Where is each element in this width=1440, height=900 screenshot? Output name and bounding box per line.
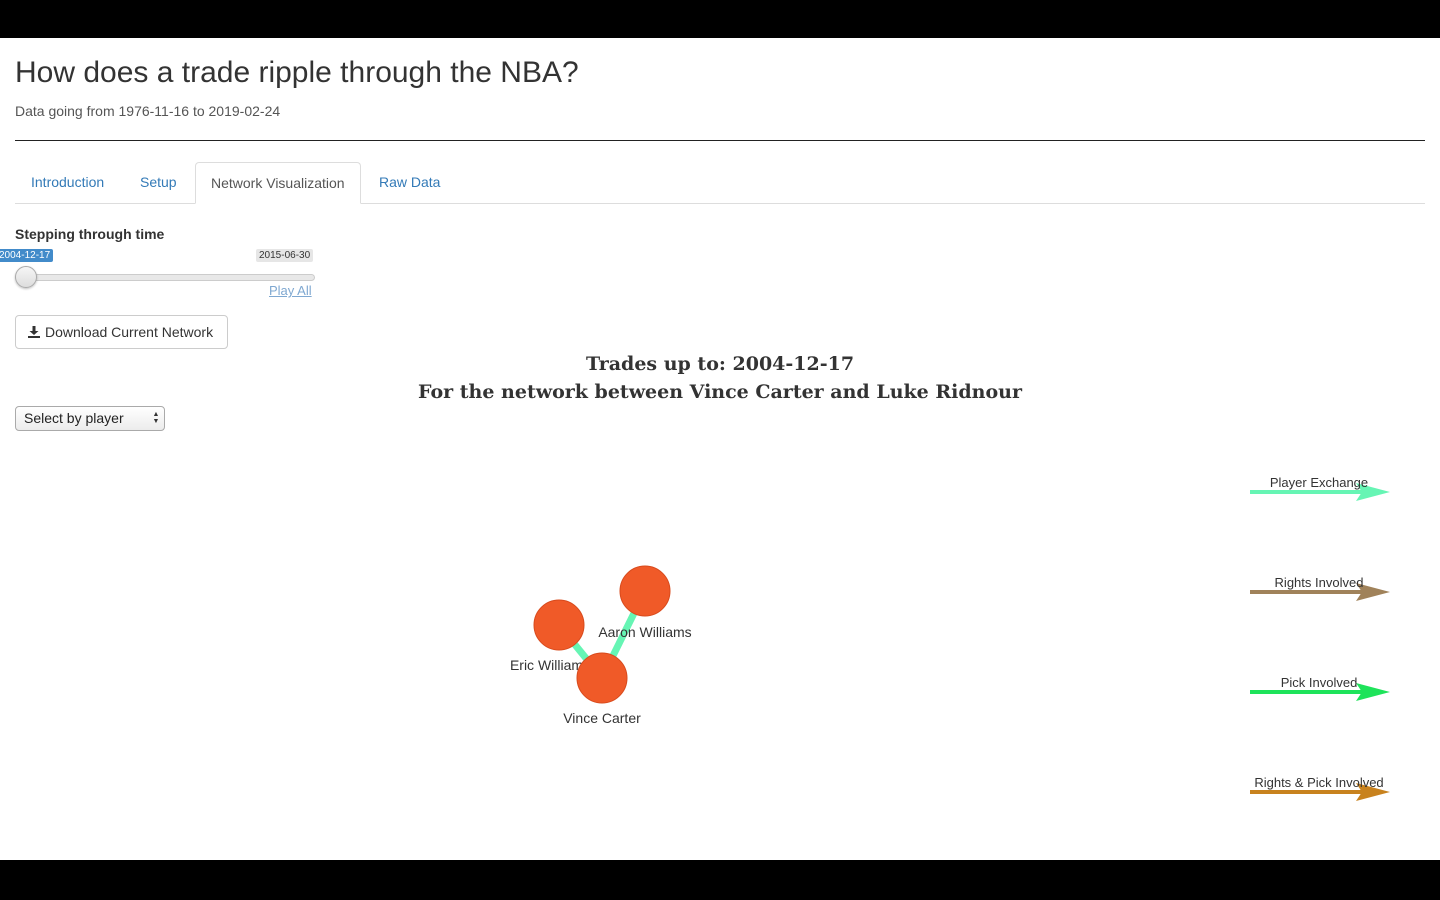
legend-item-3: Rights & Pick Involved — [1250, 775, 1390, 801]
network-node-label-vince: Vince Carter — [563, 710, 641, 726]
legend-item-0: Player Exchange — [1250, 475, 1390, 501]
network-graph: Eric WilliamsAaron WilliamsVince Carter … — [510, 475, 1390, 801]
legend-label: Rights Involved — [1275, 575, 1364, 590]
legend-item-1: Rights Involved — [1250, 575, 1390, 601]
app-viewport: How does a trade ripple through the NBA?… — [0, 38, 1440, 860]
legend-label: Rights & Pick Involved — [1254, 775, 1383, 790]
legend-label: Player Exchange — [1270, 475, 1368, 490]
network-node-label-aaron: Aaron Williams — [598, 624, 691, 640]
network-node-eric[interactable] — [533, 599, 585, 651]
network-node-aaron[interactable] — [619, 565, 671, 617]
legend-label: Pick Involved — [1281, 675, 1358, 690]
network-node-vince[interactable] — [576, 652, 628, 704]
legend-item-2: Pick Involved — [1250, 675, 1390, 701]
